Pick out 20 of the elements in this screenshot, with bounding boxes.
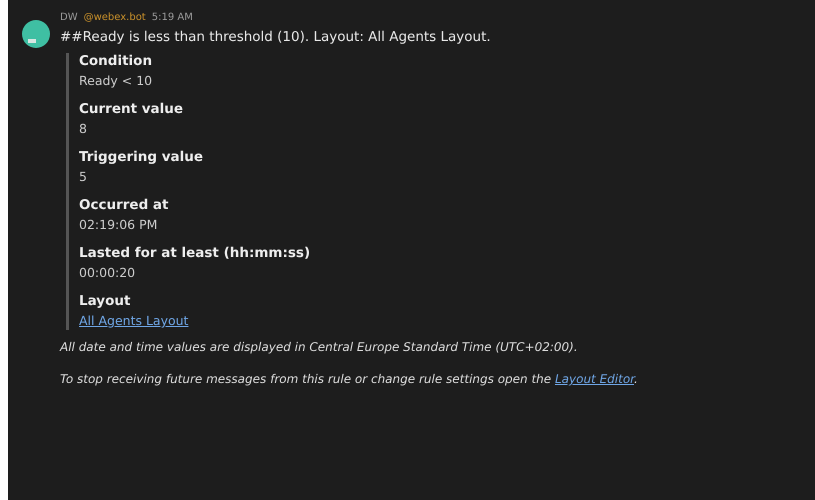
field-label: Lasted for at least (hh:mm:ss): [79, 245, 312, 261]
footer-note: To stop receiving future messages from this rule or change rule settings open the Layout Editor.: [60, 372, 638, 386]
message-text: ##Ready is less than threshold (10). Layout: All Agents Layout.: [60, 29, 492, 45]
message-time: 5:19 AM: [152, 12, 193, 23]
field-label: Triggering value: [79, 149, 204, 165]
field-value: 00:00:20: [79, 265, 136, 280]
field-value: Ready < 10: [79, 73, 154, 88]
field-label: Condition: [79, 53, 154, 69]
field-value: 02:19:06 PM: [79, 217, 158, 232]
field-label: Occurred at: [79, 197, 170, 213]
layout-link[interactable]: All Agents Layout: [79, 313, 638, 328]
avatar: [22, 20, 50, 48]
field-value: 8: [79, 121, 88, 136]
field-label: Current value: [79, 101, 184, 117]
sender-name: DW: [60, 12, 78, 23]
field-label: Layout: [79, 293, 132, 309]
layout-editor-link[interactable]: Layout Editor: [554, 372, 634, 386]
bot-tag: @webex.bot: [84, 12, 146, 23]
field-value: 5: [79, 169, 88, 184]
timezone-note: All date and time values are displayed in Central Europe Standard Time (UTC+02:00).: [60, 340, 579, 354]
